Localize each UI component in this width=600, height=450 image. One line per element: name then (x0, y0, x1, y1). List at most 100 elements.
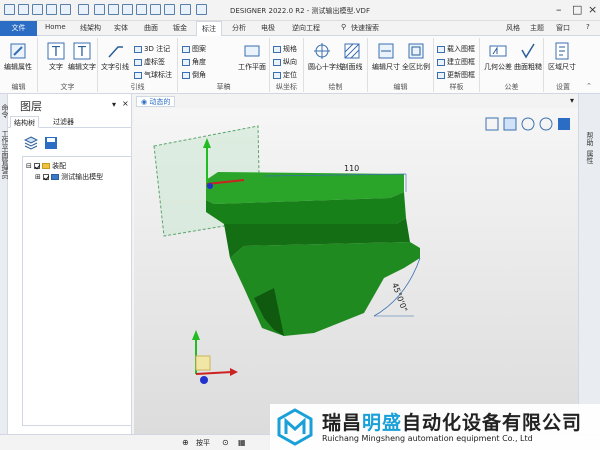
create-frame-button[interactable]: 建立图框 (437, 57, 475, 67)
view-triad-cube (195, 355, 211, 371)
chamfer-button[interactable]: 倒角 (182, 70, 206, 80)
snap-icon[interactable]: ⊕ (182, 438, 189, 447)
tab-solid[interactable]: 实体 (114, 23, 128, 33)
roughness-button[interactable]: 曲面粗糙 (514, 42, 542, 72)
hatch-button[interactable]: 剖面线 (338, 42, 366, 72)
style-menu[interactable]: 风格 (506, 23, 520, 33)
view-triad-z (200, 376, 208, 384)
tab-electrode[interactable]: 电极 (261, 23, 275, 33)
work-plane-button[interactable]: 工作平面 (238, 42, 266, 72)
pattern-button[interactable]: 图案 (182, 44, 206, 54)
expand-icon[interactable]: ⊞ (35, 173, 41, 181)
tree-node-assembly[interactable]: ⊟ 装配 (26, 161, 66, 171)
search-label[interactable]: 快速搜索 (351, 23, 379, 33)
global-scale-icon (408, 43, 424, 59)
company-logo (277, 408, 313, 446)
close-button[interactable]: × (588, 3, 597, 16)
checkbox[interactable] (43, 174, 50, 180)
tab-wireframe[interactable]: 线架构 (80, 23, 101, 33)
rotate-icon[interactable] (521, 117, 535, 131)
roughness-icon (521, 43, 535, 59)
collapse-ribbon-icon[interactable]: ⌃ (586, 82, 592, 90)
update-frame-button[interactable]: 更新图框 (437, 70, 475, 80)
tab-home[interactable]: Home (45, 23, 66, 31)
status-icon[interactable]: ⊙ (222, 438, 229, 447)
title-bar: DESIGNER 2022.0 R2 - 测试输出模型.VDF – □ × (0, 0, 600, 21)
balloon-button[interactable]: 气球标注 (134, 70, 172, 80)
tab-surface[interactable]: 曲面 (144, 23, 158, 33)
view-menu-icon[interactable] (558, 118, 570, 130)
triad-origin (207, 183, 213, 189)
collapse-icon[interactable]: ⊟ (26, 162, 32, 170)
area-dimension-button[interactable]: 区域尺寸 (548, 42, 576, 72)
group-template: 载入图框 建立图框 更新图框 样板 (434, 38, 480, 92)
text-button[interactable]: T 文字 (42, 42, 70, 72)
view-triad-x-arrow (230, 368, 238, 376)
tab-annotation[interactable]: 标注 (196, 21, 222, 37)
tree-node-model[interactable]: ⊞ 测试输出模型 (35, 172, 103, 182)
checkbox[interactable] (34, 163, 41, 169)
minimize-button[interactable]: – (556, 3, 562, 16)
vertical-button[interactable]: 纵向 (273, 57, 297, 67)
layers-icon[interactable] (24, 136, 38, 150)
center-mark-icon (314, 43, 330, 59)
model-canvas: 110 45°0'0" (153, 117, 570, 384)
tab-file[interactable]: 文件 (0, 21, 37, 36)
tab-sheetmetal[interactable]: 钣金 (173, 23, 187, 33)
group-ordinate: 规格 纵向 定位 纵坐标 (270, 38, 304, 92)
zoom-icon[interactable] (539, 117, 553, 131)
folder-icon (42, 163, 51, 169)
text-icon: T (47, 42, 65, 60)
search-icon[interactable]: ⚲ (341, 23, 346, 31)
panel-tabs: 结构树 过滤器 (8, 116, 132, 128)
virtual-label-button[interactable]: 虚标签 (134, 57, 165, 67)
help-dock-tab[interactable]: 帮助 (585, 132, 595, 146)
model-body[interactable] (230, 242, 420, 336)
global-scale-button[interactable]: 全区比例 (402, 42, 430, 72)
angle-button[interactable]: 角度 (182, 57, 206, 67)
pin-icon[interactable]: ▾ (112, 100, 116, 109)
viewport-menu-icon[interactable]: ▾ (570, 96, 574, 105)
status-text[interactable]: 按平 (196, 438, 210, 448)
panel-title: 图层 (20, 100, 42, 113)
tab-structure-tree[interactable]: 结构树 (10, 116, 39, 128)
3d-viewport[interactable]: 110 45°0'0" (134, 108, 578, 434)
text-leader-button[interactable]: 文字引线 (101, 42, 129, 72)
tab-analysis[interactable]: 分析 (232, 23, 246, 33)
menu-bar: 文件 Home 线架构 实体 曲面 钣金 标注 分析 电极 逆向工程 ⚲ 快速搜… (0, 21, 600, 37)
pan-icon[interactable] (485, 117, 499, 131)
work-plane-icon (244, 45, 260, 57)
maximize-button[interactable]: □ (572, 3, 582, 16)
left-dock-strip: 命令 工作平面管理员 (0, 94, 9, 434)
spec-button[interactable]: 规格 (273, 44, 297, 54)
right-dock-strip: 帮助 属性 (578, 94, 600, 434)
center-mark-button[interactable]: 圆心十字线 (308, 42, 343, 72)
tab-filter[interactable]: 过滤器 (50, 116, 77, 128)
edit-text-button[interactable]: T 编辑文字 (68, 42, 96, 72)
properties-dock-tab[interactable]: 属性 (585, 150, 595, 164)
theme-menu[interactable]: 主题 (530, 23, 544, 33)
locate-button[interactable]: 定位 (273, 70, 297, 80)
save-layers-icon[interactable] (44, 136, 58, 150)
view-cube-icon[interactable] (503, 117, 517, 131)
grid-icon[interactable]: ▦ (238, 438, 246, 447)
geometric-tolerance-button[interactable]: 几何公差 (484, 42, 512, 72)
company-name: 瑞昌明盛自动化设备有限公司 (322, 412, 583, 434)
view-triad-x (195, 371, 233, 375)
window-menu[interactable]: 窗口 (556, 23, 570, 33)
tab-reverse[interactable]: 逆向工程 (292, 23, 320, 33)
panel-close-icon[interactable]: × (122, 99, 129, 108)
dim-length-text[interactable]: 110 (344, 164, 359, 173)
edit-dimension-button[interactable]: 编辑尺寸 (372, 42, 400, 72)
viewport-tab[interactable]: ◉ 动态的 (136, 96, 176, 107)
3d-note-button[interactable]: 3D 注记 (134, 44, 170, 54)
load-frame-button[interactable]: 载入图框 (437, 44, 475, 54)
group-leader: 文字引线 3D 注记 虚标签 气球标注 引线 (98, 38, 178, 92)
edit-dimension-icon (378, 43, 394, 59)
edit-properties-button[interactable]: 编辑属性 (4, 42, 32, 72)
geometric-tolerance-icon (489, 45, 507, 57)
help-icon[interactable]: ? (586, 23, 590, 31)
group-tolerance: 几何公差 曲面粗糙 公差 (480, 38, 544, 92)
group-settings: 区域尺寸 设置 (544, 38, 582, 92)
company-watermark: 瑞昌明盛自动化设备有限公司 Ruichang Mingsheng automat… (270, 404, 600, 450)
